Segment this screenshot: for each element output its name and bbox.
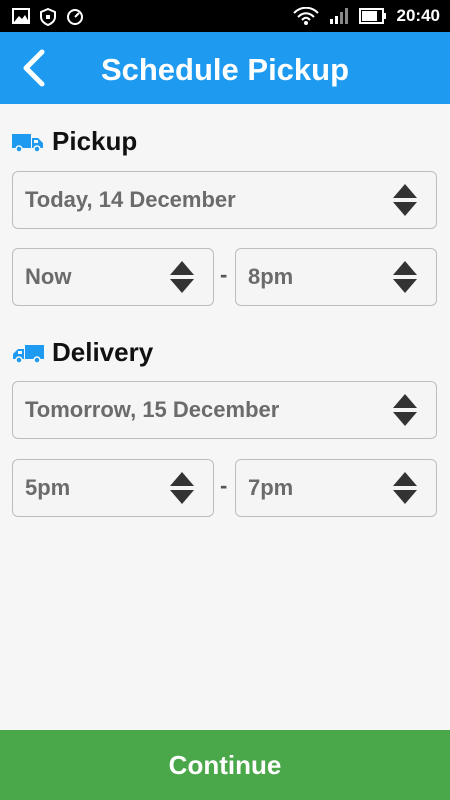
wifi-icon xyxy=(292,7,319,25)
status-bar: 20:40 xyxy=(0,0,450,32)
schedule-form: Pickup Today, 14 December Now - 8pm Deli… xyxy=(0,104,450,730)
delivery-time-from-value: 5pm xyxy=(25,475,71,500)
delivery-section-heading: Delivery xyxy=(12,337,153,368)
delivery-time-separator: - xyxy=(220,473,228,498)
pickup-date-select[interactable]: Today, 14 December xyxy=(12,171,437,229)
up-down-arrows-icon xyxy=(393,261,417,293)
up-down-arrows-icon xyxy=(393,184,417,216)
up-down-arrows-icon xyxy=(170,261,194,293)
truck-icon xyxy=(13,344,44,364)
battery-icon xyxy=(358,8,386,24)
up-down-arrows-icon xyxy=(393,472,417,504)
app-bar: Schedule Pickup xyxy=(0,32,450,104)
delivery-time-to-select[interactable]: 7pm xyxy=(235,459,437,517)
speed-gauge-icon xyxy=(67,9,83,25)
truck-icon xyxy=(12,133,43,153)
up-down-arrows-icon xyxy=(393,394,417,426)
pickup-label: Pickup xyxy=(52,126,138,156)
status-time: 20:40 xyxy=(396,6,440,25)
delivery-time-to-value: 7pm xyxy=(248,475,294,500)
status-left-icons xyxy=(12,8,84,26)
signal-icon xyxy=(329,8,348,24)
shield-icon xyxy=(40,8,56,26)
delivery-time-from-select[interactable]: 5pm xyxy=(12,459,214,517)
pickup-date-value: Today, 14 December xyxy=(25,187,236,212)
pickup-time-from-select[interactable]: Now xyxy=(12,248,214,306)
up-down-arrows-icon xyxy=(170,472,194,504)
page-title: Schedule Pickup xyxy=(100,52,350,87)
pickup-time-separator: - xyxy=(220,262,228,287)
delivery-label: Delivery xyxy=(52,337,154,367)
image-icon xyxy=(12,8,30,24)
pickup-section-heading: Pickup xyxy=(12,126,137,157)
continue-button[interactable]: Continue xyxy=(0,730,450,800)
pickup-time-from-value: Now xyxy=(25,264,72,289)
pickup-time-to-select[interactable]: 8pm xyxy=(235,248,437,306)
delivery-date-select[interactable]: Tomorrow, 15 December xyxy=(12,381,437,439)
delivery-date-value: Tomorrow, 15 December xyxy=(25,397,280,422)
status-right: 20:40 xyxy=(292,6,440,26)
pickup-time-to-value: 8pm xyxy=(248,264,294,289)
